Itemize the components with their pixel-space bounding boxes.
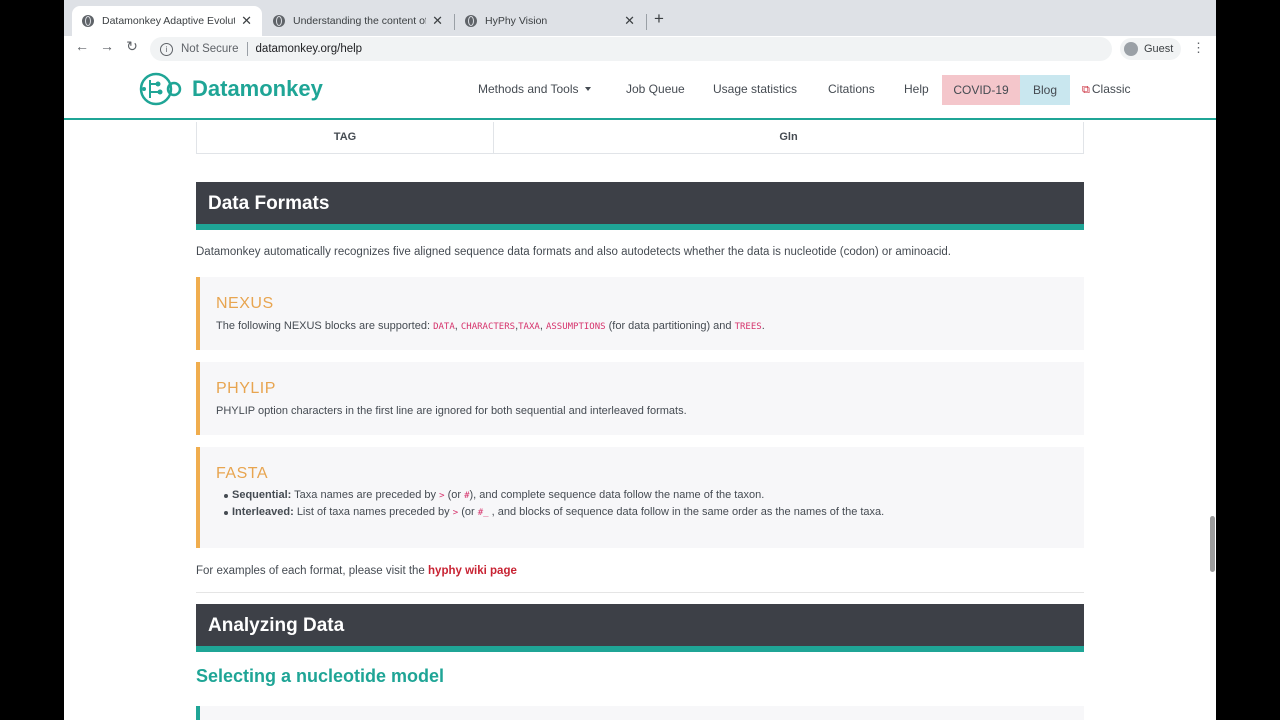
divider xyxy=(246,42,248,56)
text: List of taxa names preceded by xyxy=(296,506,450,518)
scrollbar-thumb[interactable] xyxy=(1210,516,1215,572)
logo-text: Datamonkey xyxy=(192,76,323,101)
nav-help[interactable]: Help xyxy=(904,82,929,96)
text: , and blocks of sequence data follow in … xyxy=(491,506,885,518)
globe-icon xyxy=(273,15,285,27)
section-title: Data Formats xyxy=(208,193,330,214)
nav-covid-19[interactable]: COVID-19 xyxy=(942,75,1020,105)
url-text[interactable]: datamonkey.org/help xyxy=(256,43,363,55)
avatar-icon xyxy=(1124,42,1138,56)
bullet-label: Sequential: xyxy=(232,489,292,501)
text: (for data partitioning) and xyxy=(608,320,732,332)
security-label: Not Secure xyxy=(181,43,239,55)
nav-job-queue[interactable]: Job Queue xyxy=(626,82,685,96)
table-cell-amino-acid: Gln xyxy=(779,131,798,143)
code-gt: > xyxy=(452,508,459,518)
format-title: PHYLIP xyxy=(216,380,276,397)
browser-window: Datamonkey Adaptive Evolution Server ✕ U… xyxy=(64,0,1216,720)
code-trees: TREES xyxy=(734,322,762,332)
nav-classic-label: Classic xyxy=(1091,82,1131,96)
reload-icon[interactable]: ↻ xyxy=(122,38,142,55)
tab-title: HyPhy Vision xyxy=(485,15,548,27)
close-icon[interactable]: ✕ xyxy=(432,13,443,29)
table-cell-codon: TAG xyxy=(197,122,494,153)
site-logo[interactable]: Datamonkey xyxy=(134,70,323,108)
bullet-label: Interleaved: xyxy=(232,506,294,518)
examples-text: For examples of each format, please visi… xyxy=(196,565,517,577)
format-title: NEXUS xyxy=(216,295,274,312)
profile-button[interactable]: Guest xyxy=(1120,38,1182,60)
globe-icon xyxy=(465,15,477,27)
text: The following NEXUS blocks are supported… xyxy=(216,320,430,332)
text: Taxa names are preceded by xyxy=(294,489,437,501)
tab-title: Understanding the content of the xyxy=(293,15,426,27)
format-card-fasta: FASTA Sequential: Taxa names are precede… xyxy=(196,447,1084,548)
format-card-phylip: PHYLIP PHYLIP option characters in the f… xyxy=(196,362,1084,435)
close-icon[interactable]: ✕ xyxy=(624,13,635,29)
nav-citations[interactable]: Citations xyxy=(828,82,875,96)
tab-title: Datamonkey Adaptive Evolution Server xyxy=(102,15,236,27)
content-card xyxy=(196,706,1084,720)
format-title: FASTA xyxy=(216,465,268,482)
external-link-icon: ⧉ xyxy=(1082,84,1090,96)
code-characters: CHARACTERS xyxy=(460,322,516,332)
divider xyxy=(196,592,1084,593)
nav-classic[interactable]: ⧉ Classic xyxy=(1082,82,1131,97)
tab-divider xyxy=(646,14,647,30)
list-item-interleaved: Interleaved: List of taxa names preceded… xyxy=(223,506,885,518)
profile-label: Guest xyxy=(1144,43,1174,55)
info-icon[interactable]: i xyxy=(160,42,173,56)
browser-toolbar: ← → ↻ i Not Secure datamonkey.org/help G… xyxy=(64,36,1216,63)
close-icon[interactable]: ✕ xyxy=(241,13,252,29)
tab-understanding[interactable]: Understanding the content of the ✕ xyxy=(263,6,453,36)
back-icon[interactable]: ← xyxy=(72,38,92,54)
globe-icon xyxy=(82,15,94,27)
logo-icon xyxy=(139,72,182,106)
address-bar[interactable]: i Not Secure datamonkey.org/help xyxy=(150,37,1112,61)
code-assumptions: ASSUMPTIONS xyxy=(545,322,606,332)
list-item-sequential: Sequential: Taxa names are preceded by >… xyxy=(223,489,765,501)
tab-datamonkey[interactable]: Datamonkey Adaptive Evolution Server ✕ xyxy=(72,6,262,36)
format-description: The following NEXUS blocks are supported… xyxy=(216,320,765,332)
code-data: DATA xyxy=(433,322,455,332)
data-formats-intro: Datamonkey automatically recognizes five… xyxy=(196,246,951,258)
code-gt: > xyxy=(439,491,445,501)
forward-icon[interactable]: → xyxy=(97,38,117,54)
nav-methods-and-tools[interactable]: Methods and Tools xyxy=(478,82,591,96)
section-header-analyzing-data: Analyzing Data xyxy=(196,604,1084,652)
nav-blog[interactable]: Blog xyxy=(1020,75,1070,105)
text: (or xyxy=(461,506,475,518)
tab-hyphy-vision[interactable]: HyPhy Vision ✕ xyxy=(455,6,645,36)
text: (or xyxy=(447,489,462,501)
format-description: PHYLIP option characters in the first li… xyxy=(216,405,687,417)
text: ), and complete sequence data follow the… xyxy=(469,489,765,501)
site-header: Datamonkey Methods and Tools Job Queue U… xyxy=(64,62,1216,120)
hyphy-wiki-link[interactable]: hyphy wiki page xyxy=(428,565,517,577)
text: For examples of each format, please visi… xyxy=(196,565,425,577)
code-taxa: TAXA xyxy=(518,322,540,332)
format-card-nexus: NEXUS The following NEXUS blocks are sup… xyxy=(196,277,1084,350)
help-content: TAG Gln Data Formats Datamonkey automati… xyxy=(64,120,1216,720)
tab-strip: Datamonkey Adaptive Evolution Server ✕ U… xyxy=(64,0,1216,36)
code-hash: #_ xyxy=(477,508,489,518)
table-row: TAG Gln xyxy=(196,122,1084,154)
section-title: Analyzing Data xyxy=(208,615,345,636)
menu-icon[interactable]: ⋮ xyxy=(1192,40,1205,56)
section-header-data-formats: Data Formats xyxy=(196,182,1084,230)
nav-usage-statistics[interactable]: Usage statistics xyxy=(713,82,797,96)
subsection-title: Selecting a nucleotide model xyxy=(196,666,445,686)
new-tab-icon[interactable]: + xyxy=(654,9,664,29)
